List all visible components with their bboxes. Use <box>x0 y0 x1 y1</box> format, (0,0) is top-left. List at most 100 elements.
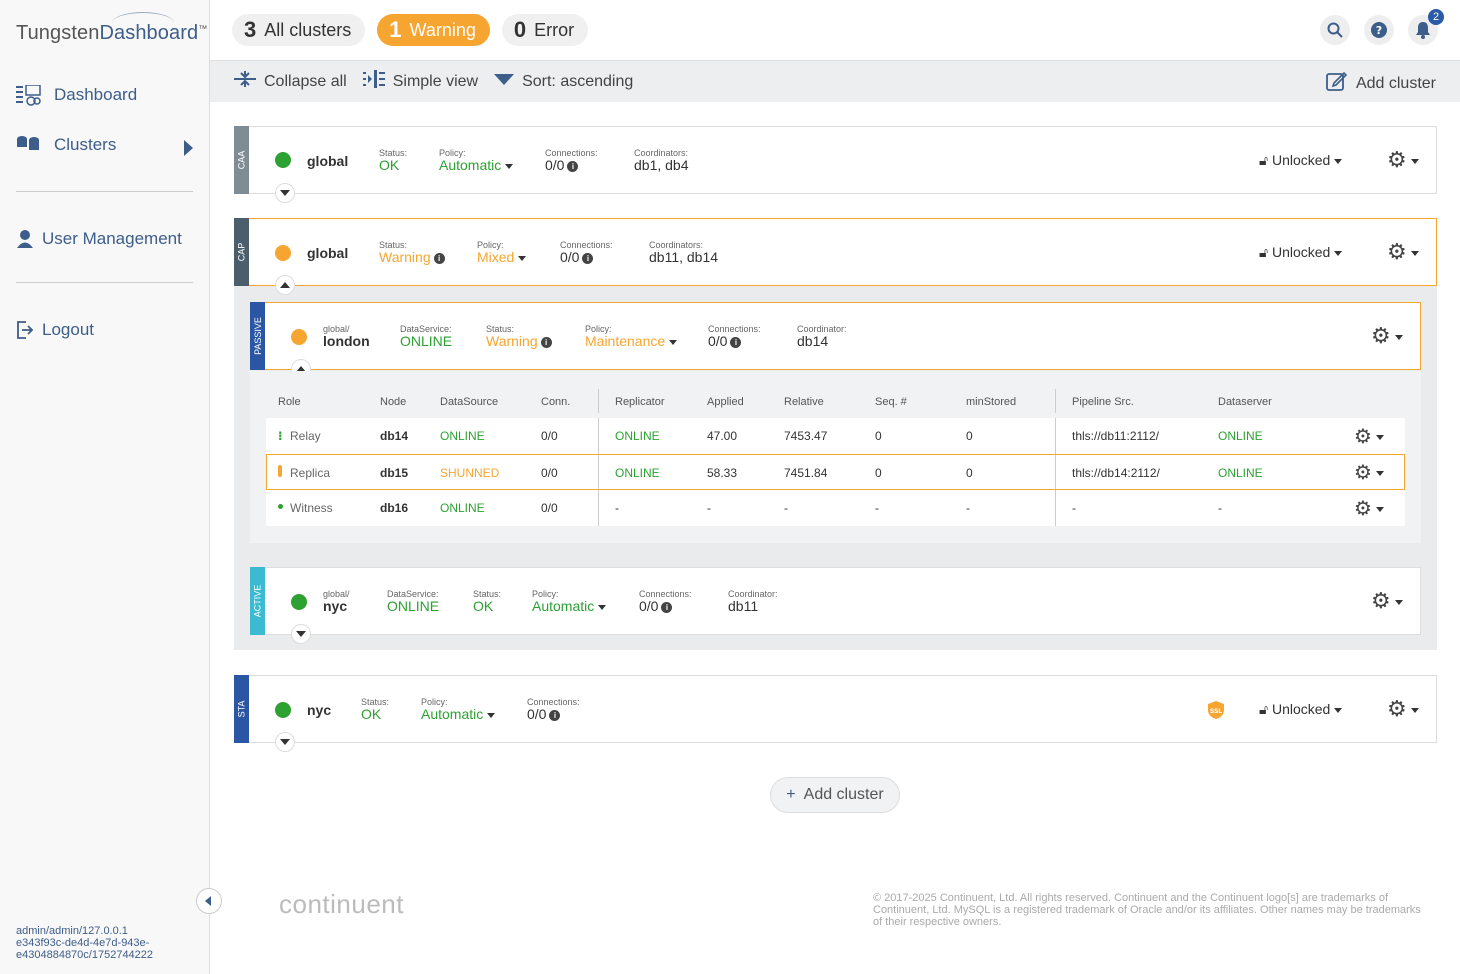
subcluster-type-tag: PASSIVE <box>250 302 265 370</box>
copyright-text: © 2017-2025 Continuent, Ltd. All rights … <box>873 892 1421 928</box>
simple-view-label: Simple view <box>392 72 479 90</box>
clusters-expand-icon[interactable] <box>184 140 193 156</box>
add-cluster-label: Add cluster <box>803 786 884 803</box>
filter-all-clusters[interactable]: 3 All clusters <box>232 14 366 46</box>
coordinator-field: Coordinator: db14 <box>797 324 847 349</box>
column-header: Seq. # <box>875 396 907 408</box>
sidebar-item-dashboard[interactable]: Dashboard <box>16 84 137 106</box>
clusters-icon <box>16 135 42 155</box>
filter-error[interactable]: 0 Error <box>501 14 589 46</box>
node-table: Role Node DataSource Conn. Replicator Ap… <box>250 371 1421 543</box>
cluster-settings-button[interactable]: ⚙ <box>1387 147 1419 173</box>
status-dot <box>275 702 291 718</box>
row-settings-button[interactable]: ⚙ <box>1354 424 1384 449</box>
cluster-type-tag: STA <box>234 675 249 743</box>
subcluster-name: global/nyc <box>323 589 350 614</box>
policy-field[interactable]: Policy: Automatic <box>532 589 607 614</box>
status-dot <box>275 245 291 261</box>
collapse-all-button[interactable]: Collapse all <box>234 70 347 93</box>
column-header: minStored <box>966 396 1017 408</box>
collapse-sidebar-button[interactable] <box>196 888 222 914</box>
policy-field[interactable]: Policy: Automatic <box>421 697 496 722</box>
dataservice-field: DataService: ONLINE <box>387 589 440 614</box>
cluster-settings-button[interactable]: ⚙ <box>1387 696 1419 722</box>
add-cluster-top-button[interactable]: Add cluster <box>1326 70 1436 97</box>
unlock-icon: 🔓︎ <box>1259 152 1269 168</box>
collapse-button[interactable] <box>275 275 295 295</box>
relay-role-icon: ⁝ <box>278 429 283 443</box>
column-divider <box>598 389 599 413</box>
info-icon: i <box>582 253 594 264</box>
table-row[interactable]: Witness db16 ONLINE 0/0 - - - - - - - ⚙ <box>266 490 1405 526</box>
edit-icon <box>1326 70 1348 97</box>
subcluster-card-nyc[interactable]: ACTIVE global/nyc DataService: ONLINE Sta… <box>250 567 1421 644</box>
bell-icon <box>1416 22 1430 39</box>
row-settings-button[interactable]: ⚙ <box>1354 496 1384 521</box>
column-header: Node <box>380 396 407 408</box>
count: 0 <box>513 17 527 42</box>
collapse-icon <box>234 70 256 93</box>
cluster-type-tag: CAA <box>234 126 249 194</box>
label: All clusters <box>264 19 352 40</box>
status-field: Status: OK <box>361 697 390 722</box>
help-button[interactable]: ? <box>1364 15 1394 45</box>
subcluster-settings-button[interactable]: ⚙ <box>1371 588 1403 614</box>
cluster-settings-button[interactable]: ⚙ <box>1387 239 1419 265</box>
help-icon: ? <box>1371 22 1387 38</box>
table-row[interactable]: ⁝ Relay db14 ONLINE 0/0 ONLINE 47.00 745… <box>266 418 1405 454</box>
lock-dropdown[interactable]: 🔓︎ Unlocked <box>1259 244 1343 261</box>
cluster-name: global <box>307 245 349 261</box>
status-field: Status: Warning i <box>379 240 445 265</box>
cluster-card-cap-global[interactable]: CAP global Status: Warning i Policy: Mixed … <box>234 218 1437 295</box>
info-icon: i <box>549 710 561 721</box>
ssl-shield-icon: SSL <box>1207 700 1225 725</box>
footer-logo: continuent <box>279 889 404 919</box>
filter-warning[interactable]: 1 Warning <box>377 14 490 46</box>
dashboard-icon <box>16 84 42 106</box>
info-icon: i <box>730 337 742 348</box>
svg-text:SSL: SSL <box>1210 708 1222 715</box>
column-header: Dataserver <box>1218 396 1272 408</box>
coordinators-field: Coordinators: db1, db4 <box>634 148 689 173</box>
lock-dropdown[interactable]: 🔓︎ Unlocked <box>1259 701 1343 718</box>
info-icon: i <box>567 161 579 172</box>
cluster-card-caa-global[interactable]: CAA global Status: OK Policy: Automatic Co… <box>234 126 1437 203</box>
policy-field[interactable]: Policy: Automatic <box>439 148 514 173</box>
sidebar-item-label: Logout <box>42 320 94 339</box>
witness-role-icon <box>278 504 283 509</box>
policy-field[interactable]: Policy: Mixed <box>477 240 527 265</box>
policy-field[interactable]: Policy: Maintenance <box>585 324 678 349</box>
info-icon: i <box>540 337 552 348</box>
add-cluster-button[interactable]: + Add cluster <box>770 777 900 813</box>
row-settings-button[interactable]: ⚙ <box>1354 460 1384 485</box>
expand-button[interactable] <box>275 732 295 752</box>
app-logo[interactable]: TungstenDashboard™ <box>16 12 207 45</box>
simple-view-button[interactable]: Simple view <box>362 70 479 93</box>
notifications-button[interactable]: 2 <box>1408 9 1444 45</box>
column-header: Applied <box>707 396 744 408</box>
subcluster-type-tag: ACTIVE <box>250 567 265 635</box>
status-field: Status: OK <box>473 589 502 614</box>
session-line: e4304884870c/1752744222 <box>16 949 154 961</box>
subcluster-settings-button[interactable]: ⚙ <box>1371 323 1403 349</box>
sidebar-item-clusters[interactable]: Clusters <box>16 135 116 155</box>
subcluster-card-london[interactable]: PASSIVE global/london DataService: ONLINE… <box>250 302 1421 379</box>
sort-button[interactable]: Sort: ascending <box>494 73 633 91</box>
table-row-selected[interactable]: Replica db15 SHUNNED 0/0 ONLINE 58.33 74… <box>266 454 1405 490</box>
column-header: Role <box>278 396 301 408</box>
cluster-card-sta-nyc[interactable]: STA nyc Status: OK Policy: Automatic Conne… <box>234 675 1437 752</box>
sidebar-item-user-management[interactable]: User Management <box>16 229 182 249</box>
lock-dropdown[interactable]: 🔓︎ Unlocked <box>1259 152 1343 169</box>
logout-icon <box>16 320 34 340</box>
column-header: Conn. <box>541 396 571 408</box>
gear-icon: ⚙ <box>1387 239 1407 264</box>
unlock-icon: 🔓︎ <box>1259 701 1269 717</box>
status-dot <box>291 329 307 345</box>
expand-button[interactable] <box>275 183 295 203</box>
coordinator-field: Coordinator: db11 <box>728 589 778 614</box>
info-icon: i <box>661 602 673 613</box>
search-button[interactable] <box>1320 15 1350 45</box>
column-header: Relative <box>784 396 824 408</box>
expand-button[interactable] <box>291 624 311 644</box>
sidebar-item-logout[interactable]: Logout <box>16 320 94 340</box>
